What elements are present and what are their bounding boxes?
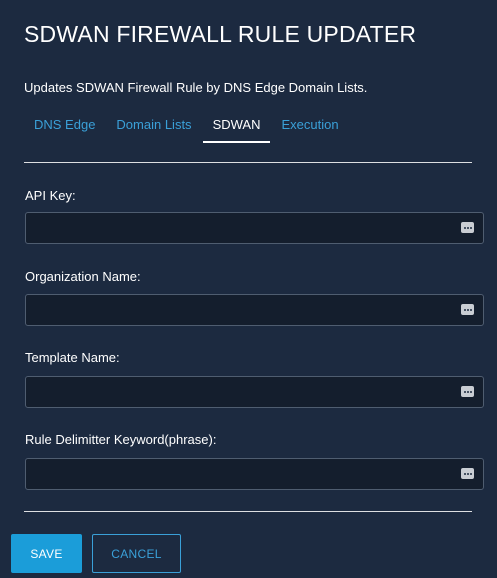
- tab-bar: DNS Edge Domain Lists SDWAN Execution: [24, 117, 350, 143]
- page-title: SDWAN FIREWALL RULE UPDATER: [24, 21, 417, 47]
- top-divider: [24, 162, 472, 163]
- template-name-label: Template Name:: [25, 350, 120, 365]
- rule-delimitter-input[interactable]: [26, 459, 446, 489]
- more-dots-icon[interactable]: [461, 304, 474, 315]
- api-key-input[interactable]: [26, 213, 446, 243]
- api-key-field: [25, 212, 484, 244]
- api-key-label: API Key:: [25, 188, 76, 203]
- template-name-input[interactable]: [26, 377, 446, 407]
- more-dots-icon[interactable]: [461, 468, 474, 479]
- rule-delimitter-field: [25, 458, 484, 490]
- tab-execution[interactable]: Execution: [271, 117, 348, 143]
- tab-dns-edge[interactable]: DNS Edge: [24, 117, 105, 143]
- save-button[interactable]: SAVE: [11, 534, 82, 573]
- tab-domain-lists[interactable]: Domain Lists: [106, 117, 201, 143]
- tab-sdwan[interactable]: SDWAN: [202, 117, 271, 143]
- page-subtitle: Updates SDWAN Firewall Rule by DNS Edge …: [24, 80, 368, 95]
- template-name-field: [25, 376, 484, 408]
- rule-delimitter-label: Rule Delimitter Keyword(phrase):: [25, 432, 217, 447]
- more-dots-icon[interactable]: [461, 222, 474, 233]
- organization-name-field: [25, 294, 484, 326]
- organization-name-label: Organization Name:: [25, 269, 141, 284]
- organization-name-input[interactable]: [26, 295, 446, 325]
- more-dots-icon[interactable]: [461, 386, 474, 397]
- cancel-button[interactable]: CANCEL: [92, 534, 181, 573]
- bottom-divider: [24, 511, 472, 512]
